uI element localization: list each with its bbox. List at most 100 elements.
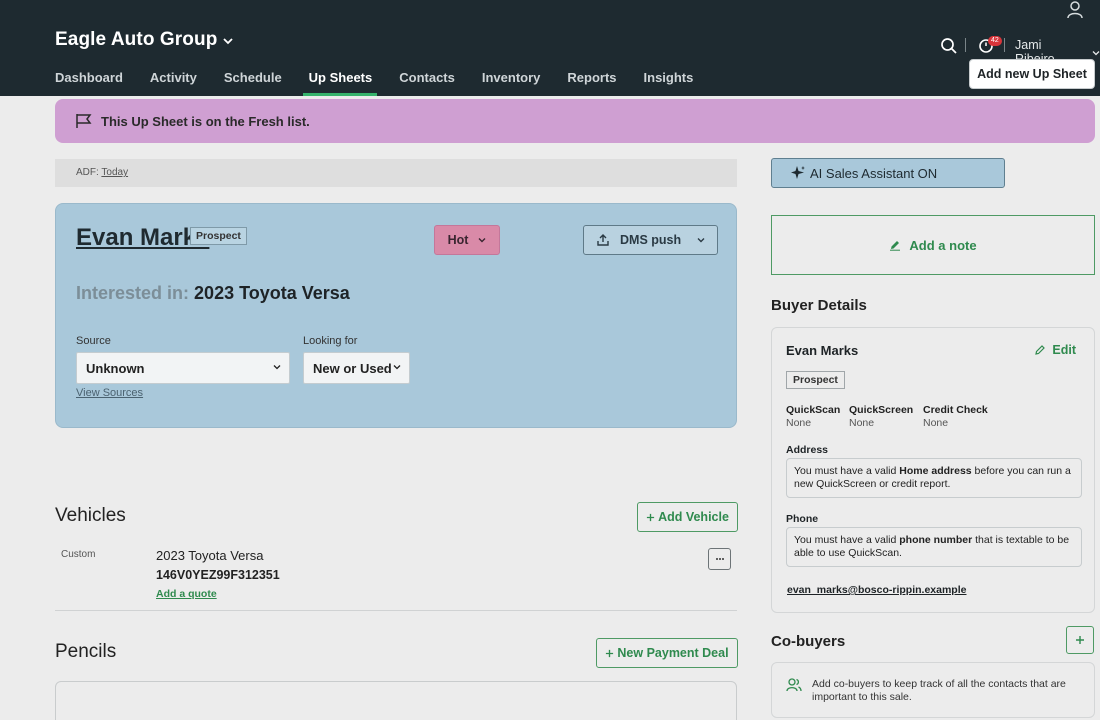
add-vehicle-label: Add Vehicle <box>658 510 729 524</box>
header-divider <box>1004 38 1005 52</box>
nav-schedule[interactable]: Schedule <box>224 68 282 93</box>
plus-icon <box>1076 636 1084 644</box>
notifications-button[interactable]: 42 <box>977 36 1002 56</box>
buyer-details-heading: Buyer Details <box>771 297 867 314</box>
chevron-down-icon <box>1092 45 1100 59</box>
chevron-down-icon <box>273 362 281 372</box>
address-heading: Address <box>786 444 829 456</box>
nav-insights[interactable]: Insights <box>644 68 694 93</box>
nav-reports[interactable]: Reports <box>567 68 616 93</box>
top-header: Eagle Auto Group Dashboard Activity Sche… <box>0 0 1100 96</box>
add-quote-link[interactable]: Add a quote <box>156 588 217 600</box>
quickscreen-status: QuickScreen None <box>849 404 913 430</box>
dealer-selector[interactable]: Eagle Auto Group <box>55 29 234 51</box>
pencils-panel <box>55 681 737 720</box>
buyer-status-tag: Prospect <box>786 371 845 389</box>
new-payment-deal-button[interactable]: New Payment Deal <box>596 638 738 668</box>
edit-label: Edit <box>1052 343 1076 357</box>
nav-contacts[interactable]: Contacts <box>399 68 455 93</box>
credit-check-value: None <box>923 417 949 429</box>
prospect-tag: Prospect <box>190 227 247 245</box>
dealer-name: Eagle Auto Group <box>55 29 218 50</box>
dms-push-label: DMS push <box>620 233 682 247</box>
address-warning-text: You must have a valid <box>794 465 900 477</box>
new-payment-deal-label: New Payment Deal <box>617 646 729 660</box>
interested-in: Interested in: 2023 Toyota Versa <box>76 283 350 304</box>
users-icon <box>786 678 802 692</box>
pencil-icon <box>1035 345 1046 355</box>
source-value: Unknown <box>86 360 145 376</box>
adf-label: ADF: <box>76 167 99 178</box>
chevron-down-icon <box>697 235 705 246</box>
adf-date-link[interactable]: Today <box>101 167 128 178</box>
looking-for-label: Looking for <box>303 335 358 347</box>
address-warning-bold: Home address <box>899 465 972 477</box>
address-warning: You must have a valid Home address befor… <box>786 458 1082 498</box>
quickscan-value: None <box>786 417 812 429</box>
pencils-heading: Pencils <box>55 641 117 662</box>
vehicle-more-options-button[interactable] <box>708 548 731 570</box>
quickscreen-label: QuickScreen <box>849 404 914 416</box>
buyer-name: Evan Marks <box>786 343 859 358</box>
interested-vehicle: 2023 Toyota Versa <box>194 283 350 303</box>
source-label: Source <box>76 335 111 347</box>
quickscreen-value: None <box>849 417 875 429</box>
section-divider <box>55 610 737 611</box>
vehicle-title: 2023 Toyota Versa <box>156 548 264 563</box>
buyer-email-link[interactable]: evan_marks@bosco-rippin.example <box>787 584 966 596</box>
chevron-down-icon <box>393 362 401 372</box>
ai-sales-assistant-button[interactable]: AI Sales Assistant ON <box>771 158 1005 188</box>
add-note-label: Add a note <box>909 237 977 253</box>
temperature-dropdown[interactable]: Hot <box>434 225 500 255</box>
add-co-buyer-button[interactable] <box>1066 626 1094 654</box>
phone-warning-text: You must have a valid <box>794 534 900 546</box>
chevron-down-icon <box>223 34 234 48</box>
quickscan-status: QuickScan None <box>786 404 840 430</box>
co-buyers-help-text: Add co-buyers to keep track of all the c… <box>812 678 1066 703</box>
ai-sales-assistant-label: AI Sales Assistant ON <box>810 165 938 181</box>
add-up-sheet-button[interactable]: Add new Up Sheet <box>969 59 1095 89</box>
source-select[interactable]: Unknown <box>76 352 290 384</box>
header-divider <box>965 38 966 52</box>
upload-icon <box>597 234 609 246</box>
user-profile-icon[interactable] <box>1066 0 1086 20</box>
vehicle-type: Custom <box>61 549 96 560</box>
vehicles-heading: Vehicles <box>55 505 126 526</box>
main-nav: Dashboard Activity Schedule Up Sheets Co… <box>55 68 720 96</box>
nav-dashboard[interactable]: Dashboard <box>55 68 123 93</box>
looking-for-value: New or Used <box>313 360 392 376</box>
quickscan-label: QuickScan <box>786 404 841 416</box>
add-vehicle-button[interactable]: Add Vehicle <box>637 502 738 532</box>
adf-row: ADF: Today <box>55 159 737 187</box>
lead-card: Evan Marks Prospect Hot DMS push Interes… <box>55 203 737 428</box>
notification-badge: 42 <box>988 36 1002 46</box>
edit-buyer-button[interactable]: Edit <box>1034 343 1076 357</box>
phone-warning: You must have a valid phone number that … <box>786 527 1082 567</box>
phone-warning-bold: phone number <box>899 534 973 546</box>
plus-icon <box>606 649 614 657</box>
search-icon[interactable] <box>940 37 958 55</box>
nav-activity[interactable]: Activity <box>150 68 197 93</box>
nav-inventory[interactable]: Inventory <box>482 68 541 93</box>
nav-up-sheets[interactable]: Up Sheets <box>302 68 377 96</box>
view-sources-link[interactable]: View Sources <box>76 387 143 399</box>
buyer-details-card: Evan Marks Edit Prospect QuickScan None … <box>771 327 1095 613</box>
plus-icon <box>646 513 655 521</box>
flag-icon <box>76 114 92 128</box>
add-note-button[interactable]: Add a note <box>771 215 1095 275</box>
sparkle-icon <box>791 166 805 179</box>
more-horizontal-icon <box>715 558 724 560</box>
banner-text: This Up Sheet is on the Fresh list. <box>101 113 310 129</box>
vehicle-vin: 146V0YEZ99F312351 <box>156 568 280 582</box>
looking-for-select[interactable]: New or Used <box>303 352 410 384</box>
credit-check-status: Credit Check None <box>923 404 988 430</box>
temperature-label: Hot <box>447 233 469 247</box>
chevron-down-icon <box>478 238 486 243</box>
interested-label: Interested in: <box>76 283 190 303</box>
co-buyers-heading: Co-buyers <box>771 633 846 650</box>
credit-check-label: Credit Check <box>923 404 988 416</box>
fresh-list-banner: This Up Sheet is on the Fresh list. <box>55 99 1095 143</box>
dms-push-button[interactable]: DMS push <box>583 225 718 255</box>
phone-heading: Phone <box>786 513 819 525</box>
co-buyers-empty-state: Add co-buyers to keep track of all the c… <box>771 662 1095 718</box>
